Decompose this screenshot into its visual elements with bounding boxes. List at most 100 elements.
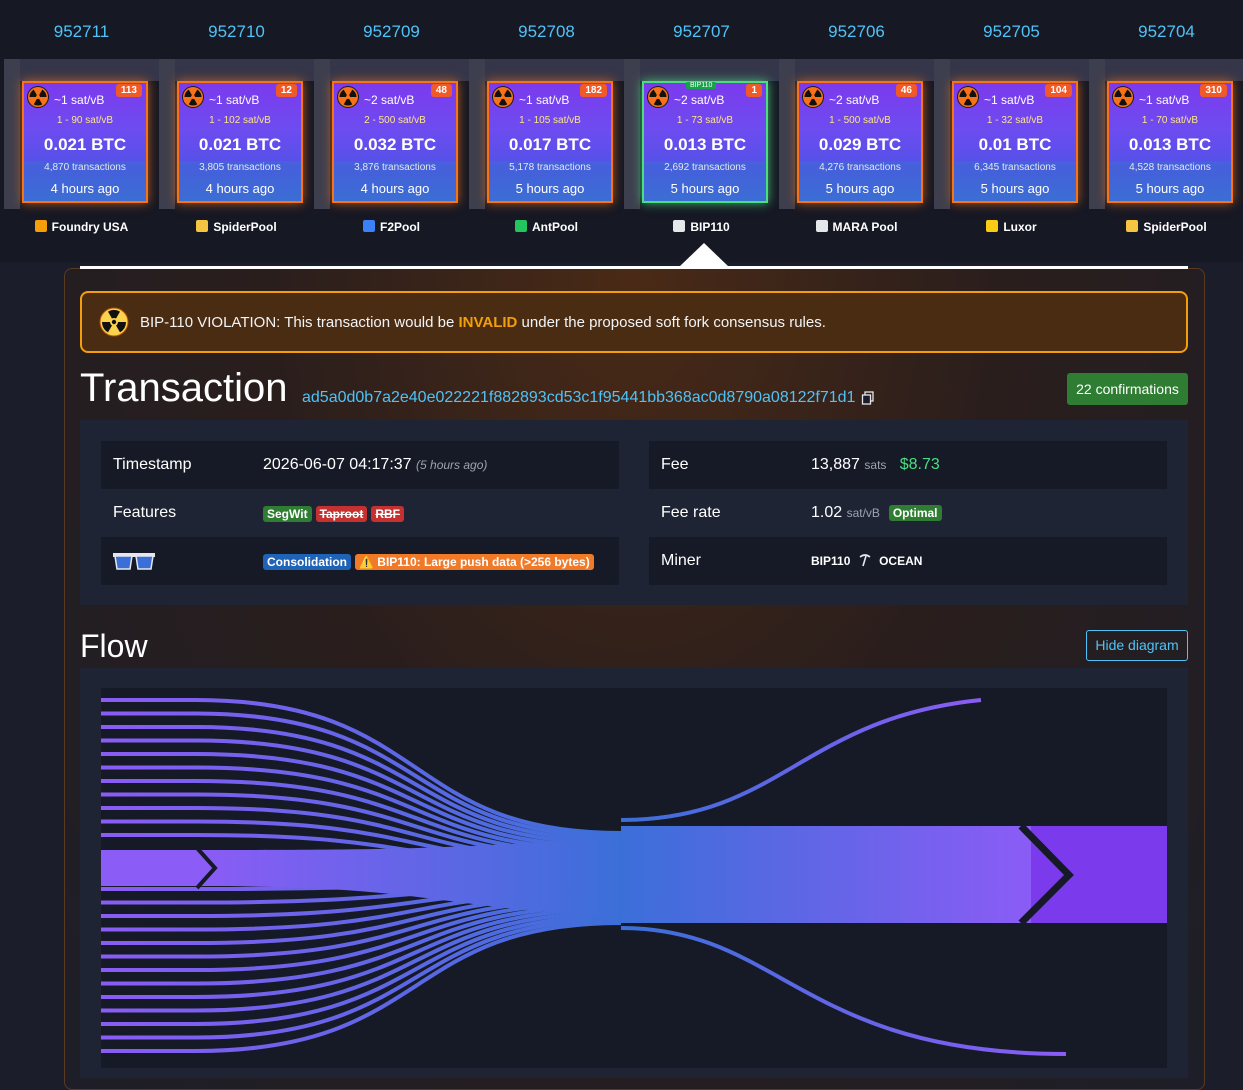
tx-count: 4,528 transactions — [1129, 162, 1211, 173]
violation-count-badge: 46 — [895, 84, 917, 97]
block-amount: 0.029 BTC — [818, 135, 902, 154]
tx-count: 4,870 transactions — [44, 162, 126, 173]
block-height-link[interactable]: 952710 — [159, 22, 314, 42]
pool-label[interactable]: AntPool — [469, 220, 624, 234]
block-age: 5 hours ago — [1135, 181, 1205, 196]
block-height-link[interactable]: 952705 — [934, 22, 1089, 42]
tags-row: Consolidation ⚠️ BIP110: Large push data … — [101, 537, 619, 585]
block-height-link[interactable]: 952709 — [314, 22, 469, 42]
optimal-badge: Optimal — [888, 505, 942, 521]
pool-label[interactable]: F2Pool — [314, 220, 469, 234]
radiation-icon — [99, 307, 129, 337]
fee-range: 1 - 70 sat/vB — [1141, 115, 1199, 126]
miner-value[interactable]: BIP110 OCEAN — [811, 553, 922, 568]
bip110-violation-banner: BIP-110 VIOLATION: This transaction woul… — [80, 291, 1188, 353]
block-cube-side — [469, 59, 485, 209]
fee-range: 1 - 102 sat/vB — [209, 115, 271, 126]
block-face[interactable]: ~1 sat/vB 113 1 - 90 sat/vB 0.021 BTC 4,870 … — [22, 81, 148, 203]
median-fee: ~1 sat/vB — [984, 93, 1035, 107]
fee-range: 2 - 500 sat/vB — [364, 115, 426, 126]
block-card[interactable]: ~2 sat/vB BIP110 1 1 - 73 sat/vB 0.013 BTC 2,… — [624, 59, 779, 209]
block-amount: 0.013 BTC — [663, 135, 747, 154]
median-fee: ~2 sat/vB — [829, 93, 880, 107]
features-label: Features — [113, 504, 177, 521]
txid-link[interactable]: ad5a0d0b7a2e40e022221f882893cd53c1f95441… — [302, 389, 855, 407]
block-age: 4 hours ago — [205, 181, 275, 196]
pool-label[interactable]: BIP110 — [624, 220, 779, 234]
block-amount: 0.01 BTC — [978, 135, 1052, 154]
block-face[interactable]: ~1 sat/vB 310 1 - 70 sat/vB 0.013 BTC 4,528 … — [1107, 81, 1233, 203]
block-cube-top — [934, 59, 1089, 81]
violation-count-badge: 1 — [746, 84, 762, 97]
luxor-icon — [986, 220, 999, 232]
block-face[interactable]: ~2 sat/vB BIP110 1 1 - 73 sat/vB 0.013 BTC 2,… — [642, 81, 768, 203]
block-height-link[interactable]: 952707 — [624, 22, 779, 42]
block-amount: 0.021 BTC — [198, 135, 282, 154]
block-amount: 0.021 BTC — [43, 135, 127, 154]
main-output-end[interactable] — [1031, 826, 1167, 923]
block-card[interactable]: ~1 sat/vB 113 1 - 90 sat/vB 0.021 BTC 4,870 … — [4, 59, 159, 209]
fee-range: 1 - 500 sat/vB — [829, 115, 891, 126]
output-flow-upper[interactable] — [620, 698, 982, 822]
block-cube-top — [624, 59, 779, 81]
feerate-row: Fee rate 1.02 sat/vB Optimal — [649, 489, 1167, 537]
antpool-icon — [515, 220, 527, 232]
radiation-icon — [492, 86, 514, 108]
block-card[interactable]: ~2 sat/vB 46 1 - 500 sat/vB 0.029 BTC 4,276 … — [779, 59, 934, 209]
block-cube-side — [314, 59, 330, 209]
main-input-start[interactable] — [101, 850, 213, 886]
block-cube-side — [934, 59, 950, 209]
ocean-icon — [859, 554, 871, 567]
pool-label[interactable]: SpiderPool — [159, 220, 314, 234]
block-card[interactable]: ~1 sat/vB 104 1 - 32 sat/vB 0.01 BTC 6,345 t… — [934, 59, 1089, 209]
pool-label[interactable]: Luxor — [934, 220, 1089, 234]
block-age: 5 hours ago — [825, 181, 895, 196]
median-fee: ~2 sat/vB — [674, 93, 725, 107]
block-height-link[interactable]: 952711 — [4, 22, 159, 42]
pool-label[interactable]: Foundry USA — [4, 220, 159, 234]
radiation-icon — [957, 86, 979, 108]
violation-count-badge: 48 — [430, 84, 452, 97]
block-cube-top — [4, 59, 159, 81]
block-face[interactable]: ~2 sat/vB 48 2 - 500 sat/vB 0.032 BTC 3,876 … — [332, 81, 458, 203]
block-amount: 0.032 BTC — [353, 135, 437, 154]
block-height-link[interactable]: 952708 — [469, 22, 624, 42]
block-cube-side — [779, 59, 795, 209]
copy-icon[interactable] — [861, 391, 875, 405]
feerate-label: Fee rate — [661, 504, 721, 521]
selected-block-pointer — [679, 243, 729, 267]
pool-label[interactable]: SpiderPool — [1089, 220, 1243, 234]
taproot-pill: Taproot — [315, 506, 368, 522]
block-age: 4 hours ago — [50, 181, 120, 196]
spiderpool-icon — [1126, 220, 1139, 232]
block-card[interactable]: ~1 sat/vB 310 1 - 70 sat/vB 0.013 BTC 4,528 … — [1089, 59, 1243, 209]
hide-diagram-button[interactable]: Hide diagram — [1086, 630, 1188, 661]
block-cube-top — [469, 59, 624, 81]
violation-count-badge: 182 — [580, 84, 607, 97]
block-cube-side — [1089, 59, 1105, 209]
violation-count-badge: 113 — [115, 84, 142, 97]
flow-diagram — [101, 688, 1167, 1068]
block-age: 5 hours ago — [515, 181, 585, 196]
output-flow-lower[interactable] — [620, 926, 1067, 1056]
main-output-flow[interactable] — [621, 826, 1031, 923]
block-card[interactable]: ~1 sat/vB 12 1 - 102 sat/vB 0.021 BTC 3,805 … — [159, 59, 314, 209]
block-height-link[interactable]: 952706 — [779, 22, 934, 42]
block-height-link[interactable]: 952704 — [1089, 22, 1243, 42]
miner-row: Miner BIP110 OCEAN — [649, 537, 1167, 585]
flow-title: Flow — [80, 628, 148, 664]
block-face[interactable]: ~1 sat/vB 182 1 - 105 sat/vB 0.017 BTC 5,178… — [487, 81, 613, 203]
block-face[interactable]: ~1 sat/vB 12 1 - 102 sat/vB 0.021 BTC 3,805 … — [177, 81, 303, 203]
block-face[interactable]: ~2 sat/vB 46 1 - 500 sat/vB 0.029 BTC 4,276 … — [797, 81, 923, 203]
fee-range: 1 - 32 sat/vB — [986, 115, 1044, 126]
radiation-icon — [647, 86, 669, 108]
block-face[interactable]: ~1 sat/vB 104 1 - 32 sat/vB 0.01 BTC 6,345 t… — [952, 81, 1078, 203]
median-fee: ~1 sat/vB — [519, 93, 570, 107]
block-card[interactable]: ~2 sat/vB 48 2 - 500 sat/vB 0.032 BTC 3,876 … — [314, 59, 469, 209]
block-cube-side — [159, 59, 175, 209]
radiation-icon — [337, 86, 359, 108]
block-card[interactable]: ~1 sat/vB 182 1 - 105 sat/vB 0.017 BTC 5,178… — [469, 59, 624, 209]
pool-label[interactable]: MARA Pool — [779, 220, 934, 234]
block-amount: 0.013 BTC — [1128, 135, 1212, 154]
tx-count: 2,692 transactions — [664, 162, 746, 173]
